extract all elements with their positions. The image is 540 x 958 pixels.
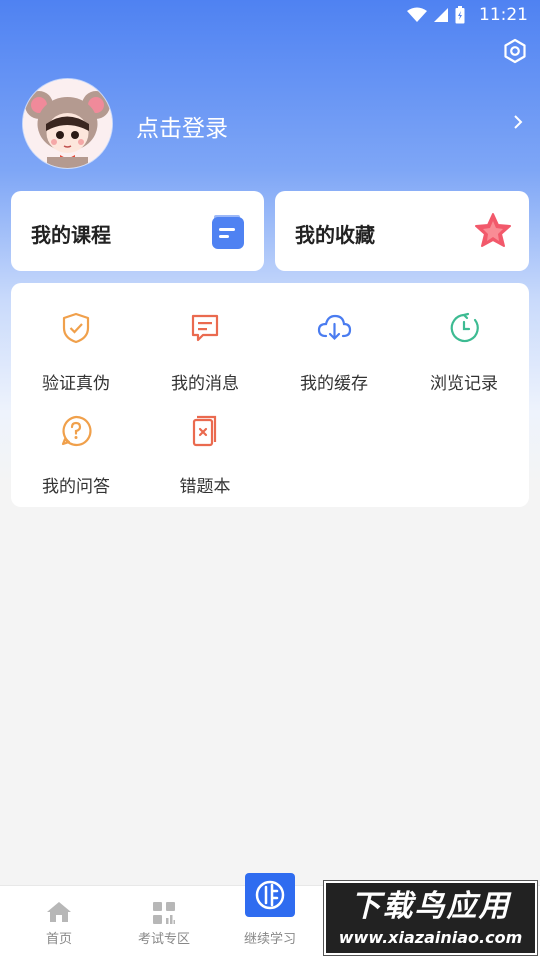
- status-time: 11:21: [479, 5, 528, 25]
- star-icon: [475, 213, 511, 247]
- settings-icon[interactable]: [502, 38, 528, 64]
- battery-icon: [455, 6, 465, 24]
- home-icon: [47, 902, 71, 922]
- my-favorites-card[interactable]: 我的收藏: [275, 191, 529, 271]
- tab-home-label: 首页: [45, 932, 72, 947]
- watermark-title: 下载鸟应用: [350, 889, 511, 924]
- feature-qa-label: 我的问答: [42, 477, 110, 497]
- feature-cache-label: 我的缓存: [300, 374, 368, 394]
- chevron-right-icon[interactable]: [512, 113, 524, 131]
- feature-verify[interactable]: 验证真伪: [11, 311, 141, 411]
- feature-history[interactable]: 浏览记录: [399, 311, 529, 411]
- my-courses-card[interactable]: 我的课程: [11, 191, 264, 271]
- tab-continue-label: 继续学习: [243, 932, 296, 947]
- clock-icon: [450, 312, 479, 343]
- wrong-book-icon: [192, 415, 217, 447]
- status-bar: 11:21: [0, 0, 540, 30]
- watermark-url: www.xiazainiao.com: [338, 928, 523, 947]
- feature-verify-label: 验证真伪: [42, 374, 110, 394]
- study-logo-icon: [255, 880, 285, 910]
- my-favorites-label: 我的收藏: [295, 223, 375, 247]
- feature-wrong-book-label: 错题本: [179, 477, 231, 497]
- course-book-icon: [212, 215, 244, 249]
- signal-icon: [434, 8, 448, 22]
- avatar-illustration: [23, 79, 112, 168]
- tab-exam-label: 考试专区: [137, 932, 190, 947]
- wifi-icon: [407, 7, 427, 22]
- feature-messages-label: 我的消息: [171, 374, 239, 394]
- message-icon: [191, 314, 219, 342]
- grid-apps-icon: [153, 902, 175, 924]
- my-courses-label: 我的课程: [31, 223, 111, 247]
- continue-study-button[interactable]: [245, 873, 295, 917]
- watermark-logo: 下载鸟应用 www.xiazainiao.com: [323, 880, 538, 956]
- feature-grid: 验证真伪 我的消息 我的缓存 浏览记录 我的问答 错题本: [11, 283, 529, 507]
- question-icon: [61, 415, 92, 447]
- feature-wrong-book[interactable]: 错题本: [140, 414, 270, 514]
- login-link[interactable]: 点击登录: [136, 109, 228, 143]
- feature-cache[interactable]: 我的缓存: [269, 311, 399, 411]
- cloud-download-icon: [317, 314, 352, 341]
- feature-qa[interactable]: 我的问答: [11, 414, 141, 514]
- feature-messages[interactable]: 我的消息: [140, 311, 270, 411]
- tab-exam[interactable]: 考试专区: [110, 886, 218, 958]
- shield-check-icon: [62, 312, 90, 344]
- avatar[interactable]: [23, 79, 112, 168]
- tab-home[interactable]: 首页: [5, 886, 113, 958]
- feature-history-label: 浏览记录: [430, 374, 498, 394]
